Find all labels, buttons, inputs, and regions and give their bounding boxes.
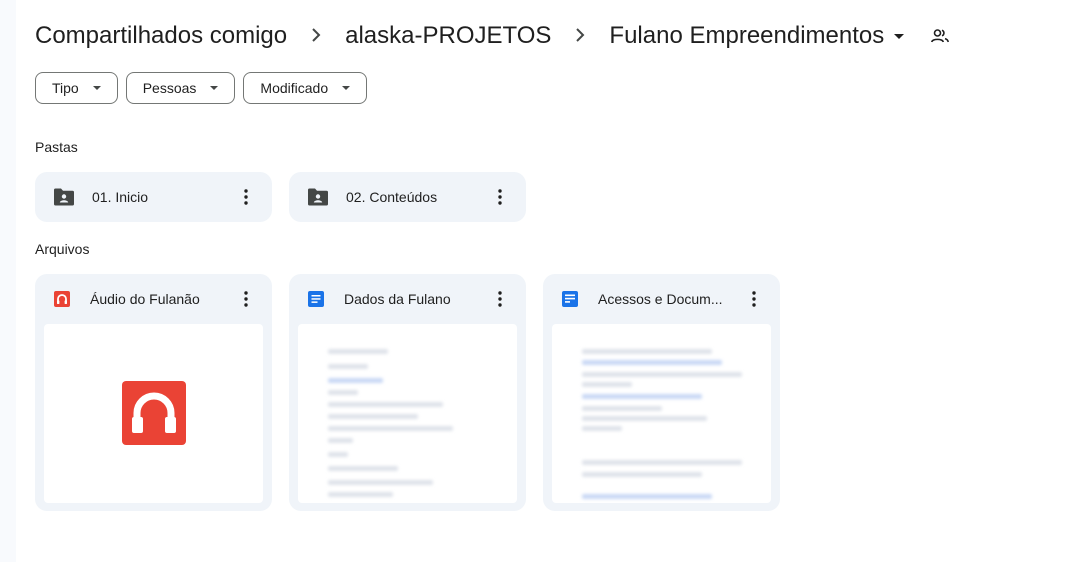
- folder-name: 02. Conteúdos: [346, 189, 438, 205]
- filter-people-label: Pessoas: [142, 80, 197, 96]
- more-options-icon[interactable]: [234, 287, 258, 311]
- left-rail: [0, 0, 16, 562]
- shared-folder-icon: [53, 186, 75, 208]
- file-name: Dados da Fulano: [344, 291, 451, 307]
- folder-card[interactable]: 01. Inicio: [35, 172, 272, 222]
- chevron-right-icon: [575, 26, 585, 47]
- breadcrumb-shared-with-me[interactable]: Compartilhados comigo: [35, 22, 287, 50]
- filter-type-chip[interactable]: Tipo: [35, 72, 118, 104]
- caret-down-icon: [342, 86, 351, 90]
- breadcrumb-alaska-projetos[interactable]: alaska-PROJETOS: [345, 22, 551, 50]
- folder-name: 01. Inicio: [92, 189, 149, 205]
- more-options-icon[interactable]: [488, 287, 512, 311]
- caret-down-icon: [894, 34, 905, 40]
- folders-section-label: Pastas: [35, 139, 78, 155]
- caret-down-icon: [92, 86, 101, 90]
- filter-modified-chip[interactable]: Modificado: [243, 72, 368, 104]
- shared-folder-icon: [307, 186, 329, 208]
- headphones-icon: [122, 381, 186, 445]
- file-card[interactable]: Áudio do Fulanão: [35, 274, 272, 511]
- file-name: Áudio do Fulanão: [90, 291, 200, 307]
- file-thumbnail-blurred: [298, 324, 517, 503]
- breadcrumb-current-label: Fulano Empreendimentos: [609, 22, 885, 49]
- file-card[interactable]: Acessos e Docum...: [543, 274, 780, 511]
- google-forms-doc-icon: [562, 291, 578, 307]
- folder-card[interactable]: 02. Conteúdos: [289, 172, 526, 222]
- caret-down-icon: [210, 86, 219, 90]
- file-thumbnail-blurred: [552, 324, 771, 503]
- filter-modified-label: Modificado: [260, 80, 329, 96]
- filter-type-label: Tipo: [52, 80, 79, 96]
- filter-people-chip[interactable]: Pessoas: [125, 72, 236, 104]
- breadcrumb-current-folder[interactable]: Fulano Empreendimentos: [609, 22, 905, 50]
- file-name: Acessos e Docum...: [598, 291, 723, 307]
- more-options-icon[interactable]: [488, 185, 512, 209]
- files-section-label: Arquivos: [35, 241, 90, 257]
- file-thumbnail: [44, 324, 263, 503]
- chevron-right-icon: [311, 26, 321, 47]
- people-icon[interactable]: [930, 26, 950, 46]
- filter-bar: Tipo Pessoas Modificado: [35, 72, 368, 104]
- google-docs-icon: [308, 291, 324, 307]
- file-card[interactable]: Dados da Fulano: [289, 274, 526, 511]
- breadcrumb: Compartilhados comigo alaska-PROJETOS Fu…: [35, 20, 950, 52]
- audio-file-icon: [54, 291, 70, 307]
- more-options-icon[interactable]: [742, 287, 766, 311]
- more-options-icon[interactable]: [234, 185, 258, 209]
